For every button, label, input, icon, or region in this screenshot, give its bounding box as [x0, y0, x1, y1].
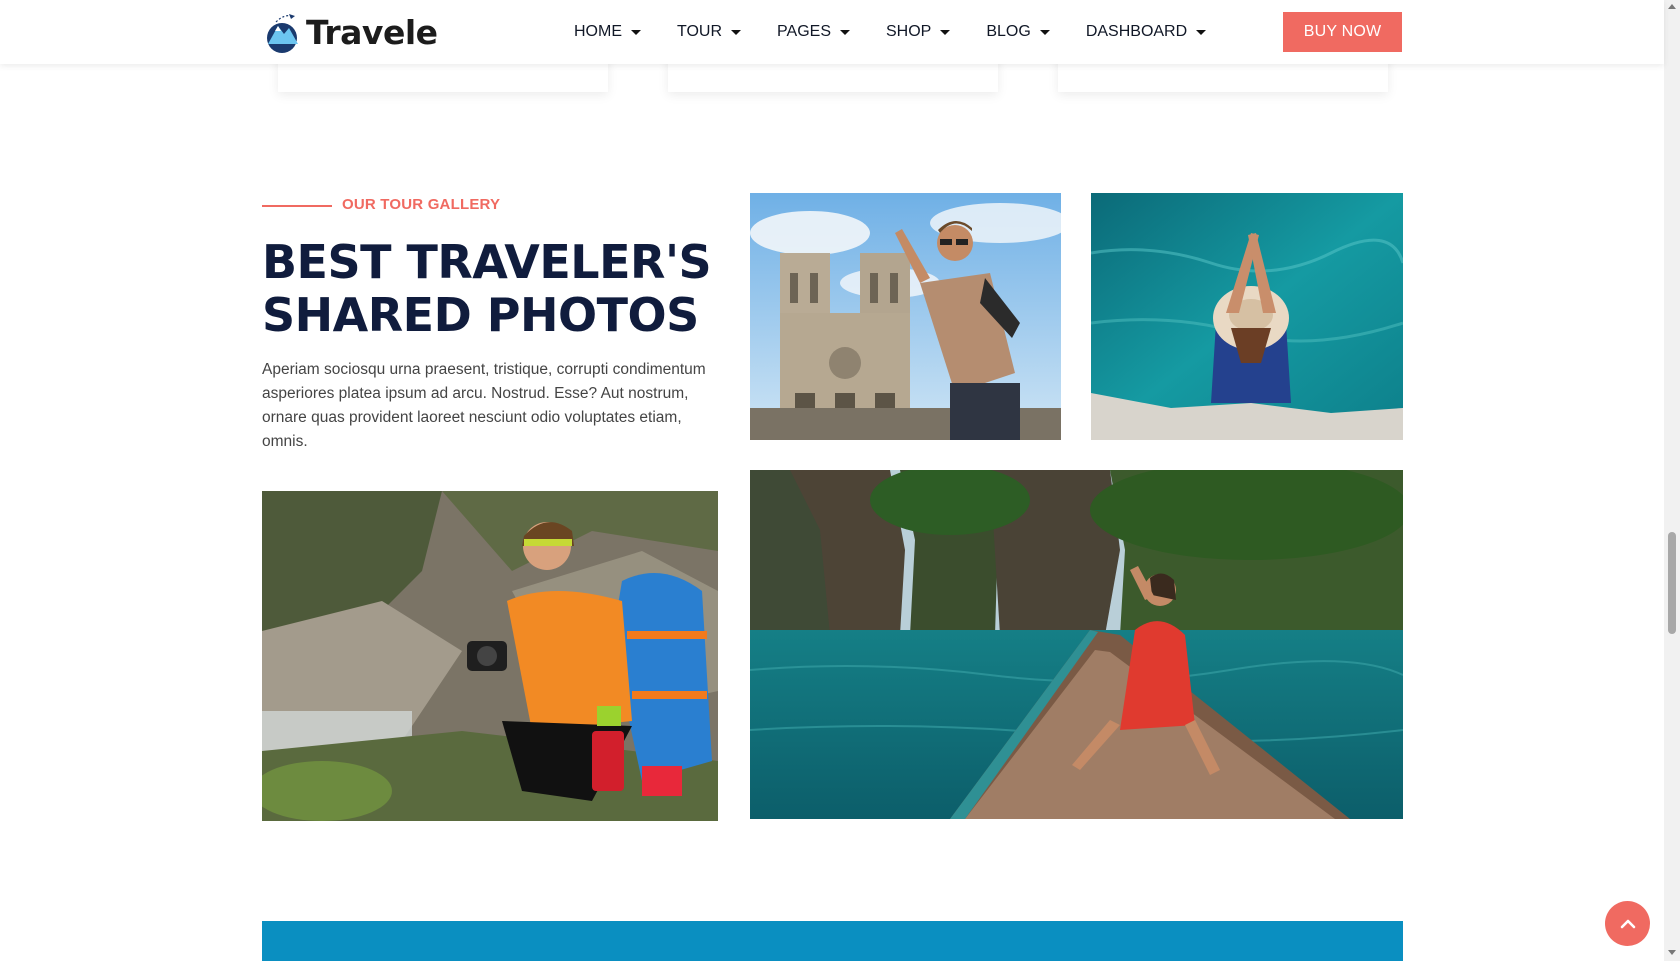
- nav-item-tour[interactable]: TOUR: [677, 23, 742, 41]
- gallery-photo-notre-dame[interactable]: [750, 193, 1061, 440]
- nav-item-pages[interactable]: PAGES: [777, 23, 850, 41]
- gallery-photo-boat-lake[interactable]: [750, 470, 1403, 819]
- scroll-down-arrow-icon[interactable]: [1668, 950, 1676, 955]
- traveler-at-notre-dame-photo: [750, 193, 1061, 440]
- scrollbar-thumb[interactable]: [1668, 532, 1676, 634]
- caret-down-icon: [731, 29, 742, 35]
- section-eyebrow: OUR TOUR GALLERY: [342, 196, 501, 213]
- woman-in-hat-by-sea-photo: [1091, 193, 1403, 440]
- nav-item-label: PAGES: [777, 23, 831, 40]
- nav-item-label: TOUR: [677, 23, 723, 40]
- gallery-photo-hiker[interactable]: [262, 491, 718, 821]
- next-section-band: [262, 921, 1403, 961]
- caret-down-icon: [940, 29, 951, 35]
- section-title: BEST TRAVELER'S SHARED PHOTOS: [262, 235, 712, 342]
- chevron-up-icon: [1620, 919, 1635, 928]
- section-description: Aperiam sociosqu urna praesent, tristiqu…: [262, 361, 706, 450]
- nav-item-label: SHOP: [886, 23, 932, 40]
- caret-down-icon: [1039, 29, 1050, 35]
- nav-item-dashboard[interactable]: DASHBOARD: [1085, 23, 1207, 41]
- nav-item-shop[interactable]: SHOP: [886, 23, 951, 41]
- eyebrow-divider: [262, 205, 332, 207]
- caret-down-icon: [631, 29, 641, 35]
- woman-on-boat-lake-photo: [750, 470, 1403, 819]
- site-header: Travele HOME TOUR PAGES SHOP BLOG DASHBO…: [0, 0, 1664, 64]
- nav-item-label: DASHBOARD: [1085, 23, 1188, 40]
- nav-item-blog[interactable]: BLOG: [986, 23, 1050, 41]
- caret-down-icon: [1196, 29, 1207, 35]
- scroll-up-arrow-icon[interactable]: [1668, 4, 1676, 9]
- buy-now-button[interactable]: BUY NOW: [1283, 12, 1402, 52]
- hiker-with-camera-photo: [262, 491, 718, 821]
- page-scrollbar[interactable]: [1664, 0, 1680, 961]
- nav-item-label: HOME: [574, 23, 622, 40]
- caret-down-icon: [840, 29, 850, 35]
- mountain-plane-logo-icon: [267, 14, 298, 53]
- nav-item-home[interactable]: HOME: [574, 23, 641, 41]
- main-nav: HOME TOUR PAGES SHOP BLOG DASHBOARD: [574, 0, 1242, 64]
- brand-name: Travele: [306, 12, 438, 52]
- gallery-photo-woman-sea[interactable]: [1091, 193, 1403, 440]
- brand-logo[interactable]: Travele: [262, 10, 438, 54]
- scroll-to-top-button[interactable]: [1605, 901, 1650, 946]
- nav-item-label: BLOG: [986, 23, 1031, 40]
